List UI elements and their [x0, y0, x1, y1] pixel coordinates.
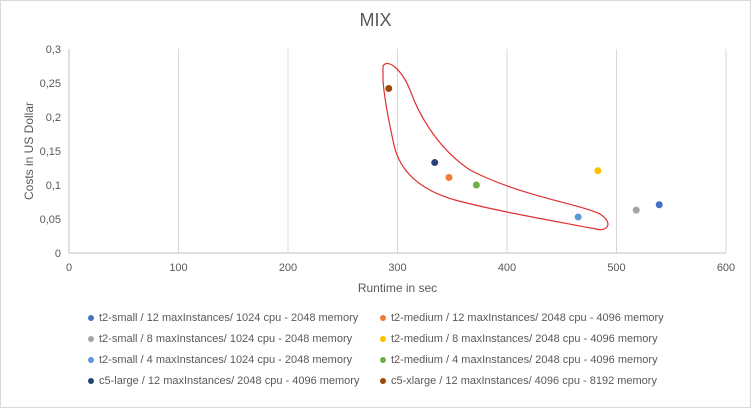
- gridlines: [178, 49, 727, 253]
- legend-item: t2-medium / 8 maxInstances/ 2048 cpu - 4…: [380, 333, 658, 345]
- legend-marker: [380, 315, 386, 321]
- y-tick-label: 0: [55, 248, 61, 260]
- scatter-point: [385, 84, 393, 92]
- x-tick-label: 200: [279, 262, 297, 274]
- legend-label: t2-medium / 4 maxInstances/ 2048 cpu - 4…: [391, 354, 658, 366]
- x-tick-label: 100: [169, 262, 187, 274]
- legend-marker: [88, 315, 94, 321]
- y-tick-label: 0,15: [40, 146, 61, 158]
- legend-marker: [380, 378, 386, 384]
- y-tick-label: 0,25: [40, 78, 61, 90]
- legend-marker: [88, 357, 94, 363]
- legend-item: t2-medium / 4 maxInstances/ 2048 cpu - 4…: [380, 354, 658, 366]
- x-tick-label: 400: [498, 262, 516, 274]
- scatter-point: [472, 181, 480, 189]
- x-tick-label: 500: [607, 262, 625, 274]
- y-tick-label: 0,05: [40, 214, 61, 226]
- legend-item: t2-small / 8 maxInstances/ 1024 cpu - 20…: [88, 333, 352, 345]
- legend-marker: [380, 336, 386, 342]
- x-tick-label: 0: [66, 262, 72, 274]
- legend-item: t2-small / 12 maxInstances/ 1024 cpu - 2…: [88, 312, 358, 324]
- scatter-point: [431, 159, 439, 167]
- legend-marker: [88, 336, 94, 342]
- legend-marker: [88, 378, 94, 384]
- scatter-point: [445, 174, 453, 182]
- scatter-point: [655, 201, 663, 209]
- scatter-point: [632, 206, 640, 214]
- y-tick-label: 0,3: [46, 44, 61, 56]
- y-tick-label: 0,1: [46, 180, 61, 192]
- scatter-point: [574, 213, 582, 221]
- x-tick-label: 300: [388, 262, 406, 274]
- legend-label: t2-small / 8 maxInstances/ 1024 cpu - 20…: [99, 333, 353, 345]
- legend-label: t2-small / 12 maxInstances/ 1024 cpu - 2…: [99, 312, 359, 324]
- axes: 0 100 200 300 400 500 600 0 0,05 0,1 0,15 0,2 0,25 0,…: [40, 44, 736, 274]
- legend-item: t2-medium / 12 maxInstances/ 2048 cpu - …: [380, 312, 664, 324]
- highlight-outline: [382, 62, 609, 231]
- legend-label: c5-large / 12 maxInstances/ 2048 cpu - 4…: [99, 375, 360, 387]
- x-tick-label: 600: [717, 262, 735, 274]
- x-axis-title: Runtime in sec: [358, 281, 437, 295]
- legend-item: c5-xlarge / 12 maxInstances/ 4096 cpu - …: [380, 375, 657, 387]
- legend-label: c5-xlarge / 12 maxInstances/ 4096 cpu - …: [391, 375, 657, 387]
- legend-item: c5-large / 12 maxInstances/ 2048 cpu - 4…: [88, 375, 359, 387]
- legend-label: t2-medium / 12 maxInstances/ 2048 cpu - …: [391, 312, 664, 324]
- legend-label: t2-small / 4 maxInstances/ 1024 cpu - 20…: [99, 354, 353, 366]
- legend-marker: [380, 357, 386, 363]
- y-tick-label: 0,2: [46, 112, 61, 124]
- legend-label: t2-medium / 8 maxInstances/ 2048 cpu - 4…: [391, 333, 658, 345]
- data-points: [385, 84, 663, 221]
- scatter-point: [594, 167, 602, 175]
- plot-svg: 0 100 200 300 400 500 600 0 0,05 0,1 0,15 0,2 0,25 0,…: [22, 44, 736, 295]
- y-axis-title: Costs in US Dollar: [22, 102, 36, 200]
- legend-item: t2-small / 4 maxInstances/ 1024 cpu - 20…: [88, 354, 352, 366]
